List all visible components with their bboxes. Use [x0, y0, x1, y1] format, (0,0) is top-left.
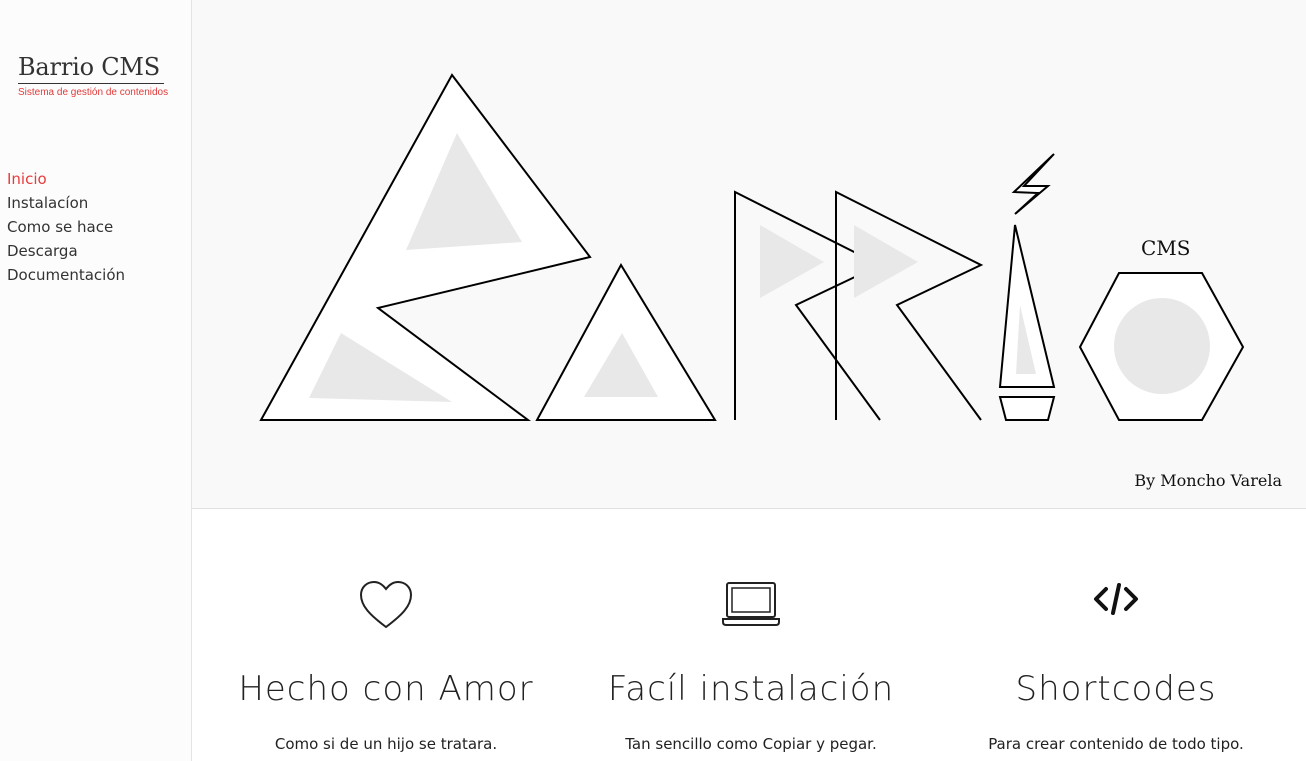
feature-text: Tan sencillo como Copiar y pegar. — [625, 735, 877, 753]
hero-cms-label: CMS — [1141, 236, 1191, 260]
sidebar: Barrio CMS Sistema de gestión de conteni… — [0, 0, 192, 761]
heart-icon — [206, 579, 566, 631]
nav-item-documentacion[interactable]: Documentación — [7, 263, 125, 287]
hero-banner: CMS By Moncho Varela — [192, 0, 1306, 509]
feature-title: Shortcodes — [1015, 669, 1217, 709]
brand-title: Barrio CMS — [18, 52, 164, 84]
logo-i-base — [998, 396, 1056, 421]
nav-item-inicio[interactable]: Inicio — [7, 167, 125, 191]
logo-r1-inner — [760, 225, 824, 298]
feature-title: Hecho con Amor — [238, 669, 534, 709]
barrio-logo-illustration — [259, 73, 1245, 421]
feature-text: Como si de un hijo se tratara. — [274, 735, 498, 753]
code-icon — [936, 579, 1296, 631]
logo-letter-r1 — [734, 190, 883, 421]
nav-item-como-se-hace[interactable]: Como se hace — [7, 215, 125, 239]
brand-subtitle: Sistema de gestión de contenidos — [18, 87, 169, 98]
laptop-icon — [571, 579, 931, 631]
feature-text: Para crear contenido de todo tipo. — [988, 735, 1244, 753]
features-section: Hecho con Amor Como si de un hijo se tra… — [192, 509, 1306, 761]
logo-letter-r2 — [835, 190, 984, 421]
logo-o-inner — [1114, 298, 1210, 394]
nav-item-descarga[interactable]: Descarga — [7, 239, 125, 263]
nav-item-instalacion[interactable]: Instalacíon — [7, 191, 125, 215]
brand-logo[interactable]: Barrio CMS Sistema de gestión de conteni… — [18, 52, 168, 98]
sidebar-nav: Inicio Instalacíon Como se hace Descarga… — [7, 167, 125, 287]
hero-byline: By Moncho Varela — [1134, 471, 1282, 490]
feature-title: Facíl instalación — [607, 669, 895, 709]
lightning-icon — [1011, 153, 1055, 215]
logo-r2-inner — [854, 225, 918, 298]
